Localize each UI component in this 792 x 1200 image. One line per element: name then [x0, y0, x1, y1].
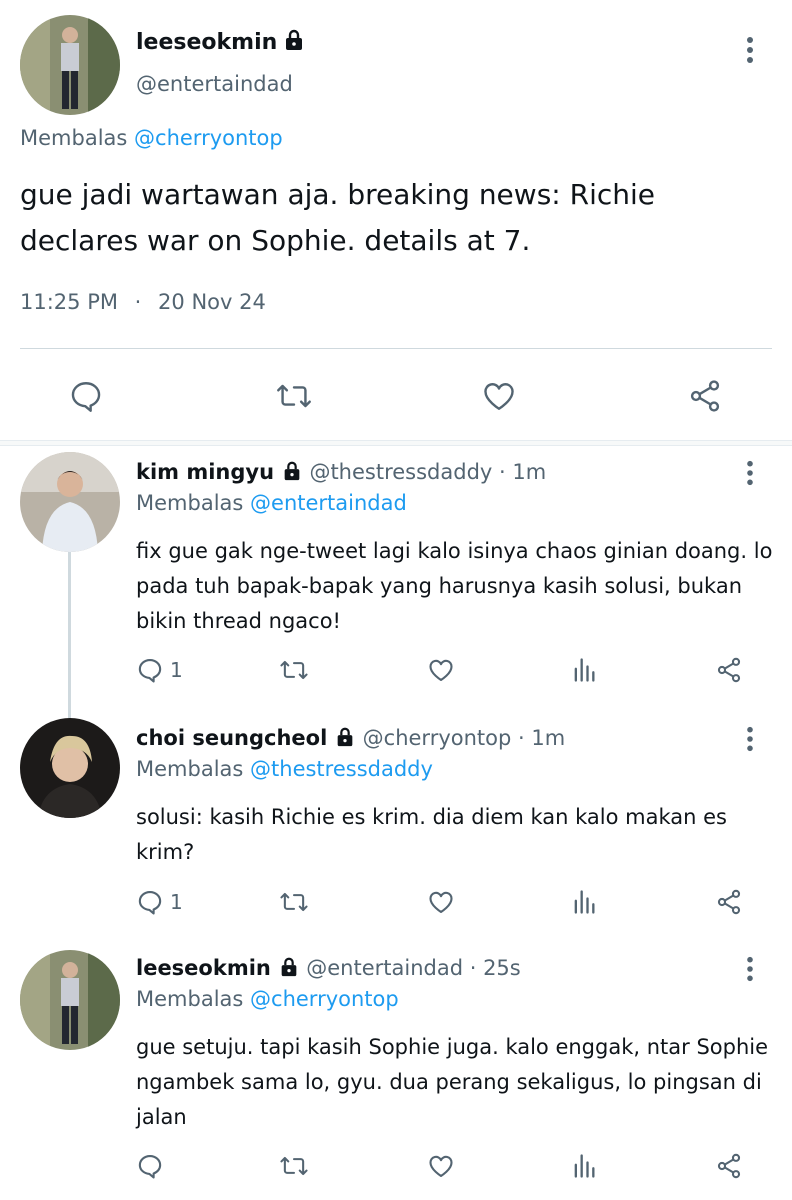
handle[interactable]: @cherryontop	[363, 726, 512, 750]
section-divider	[0, 440, 792, 446]
retweet-button[interactable]	[278, 656, 310, 684]
more-options-icon[interactable]	[742, 460, 758, 490]
retweet-icon	[280, 660, 308, 680]
lock-icon	[282, 28, 306, 56]
reply-icon	[138, 1155, 162, 1179]
like-button[interactable]	[426, 656, 456, 684]
share-icon	[717, 889, 741, 915]
reply-icon	[71, 382, 101, 412]
analytics-icon	[574, 1154, 595, 1178]
reply-header: choi seungcheol @cherryontop · 1m	[136, 726, 565, 753]
divider	[20, 348, 772, 349]
share-icon	[717, 657, 741, 683]
retweet-button[interactable]	[278, 1152, 310, 1180]
like-button[interactable]	[426, 888, 456, 916]
reply-to-link[interactable]: @cherryontop	[134, 126, 283, 150]
reply-to-link[interactable]: @cherryontop	[250, 987, 399, 1011]
avatar[interactable]	[20, 452, 120, 552]
like-icon	[429, 891, 453, 913]
reply-to-link[interactable]: @entertaindad	[250, 491, 407, 515]
views-button[interactable]	[570, 1152, 598, 1180]
more-options-icon[interactable]	[742, 956, 758, 986]
like-button[interactable]	[480, 378, 518, 414]
tweet-text: fix gue gak nge-tweet lagi kalo isinya c…	[136, 539, 773, 633]
handle[interactable]: @entertaindad	[306, 956, 463, 980]
handle[interactable]: @entertaindad	[136, 72, 293, 96]
lock-icon	[278, 956, 300, 983]
like-icon	[484, 383, 514, 410]
retweet-icon	[280, 892, 308, 912]
like-button[interactable]	[426, 1152, 456, 1180]
retweet-button[interactable]	[274, 378, 314, 414]
share-button[interactable]	[714, 888, 744, 916]
analytics-icon	[574, 890, 595, 914]
tweet-text: solusi: kasih Richie es krim. dia diem k…	[136, 805, 727, 864]
tweet-text: gue jadi wartawan aja. breaking news: Ri…	[20, 178, 655, 257]
share-button[interactable]	[686, 378, 724, 414]
share-icon	[717, 1153, 741, 1179]
share-icon	[690, 380, 720, 412]
views-button[interactable]	[570, 656, 598, 684]
reply-header: kim mingyu @thestressdaddy · 1m	[136, 460, 546, 487]
display-name[interactable]: leeseokmin	[136, 30, 277, 55]
share-button[interactable]	[714, 656, 744, 684]
reply-context: Membalas @cherryontop	[136, 987, 399, 1011]
reply-icon	[138, 659, 162, 683]
reply-age[interactable]: · 1m	[499, 460, 546, 484]
more-options-icon[interactable]	[742, 726, 758, 756]
more-options-icon[interactable]	[742, 36, 758, 68]
reply-prefix: Membalas	[20, 126, 128, 150]
retweet-button[interactable]	[278, 888, 310, 916]
tweet-timestamp[interactable]: 11:25 PM · 20 Nov 24	[20, 290, 266, 314]
reply-context: Membalas @cherryontop	[20, 126, 283, 150]
reply-button[interactable]: 1	[136, 888, 183, 916]
thread-connector	[68, 550, 71, 718]
reply-icon	[138, 891, 162, 915]
reply-button[interactable]	[136, 1152, 170, 1180]
handle[interactable]: @thestressdaddy	[309, 460, 492, 484]
lock-icon	[281, 460, 303, 487]
display-name[interactable]: kim mingyu	[136, 460, 274, 484]
tweet-time: 11:25 PM	[20, 290, 118, 314]
share-button[interactable]	[714, 1152, 744, 1180]
reply-count: 1	[170, 890, 183, 914]
meta-separator: ·	[134, 290, 142, 314]
retweet-icon	[280, 1156, 308, 1176]
reply-prefix: Membalas	[136, 491, 244, 515]
views-button[interactable]	[570, 888, 598, 916]
author-row: leeseokmin	[136, 28, 306, 56]
lock-icon	[334, 726, 356, 753]
avatar[interactable]	[20, 950, 120, 1050]
display-name[interactable]: choi seungcheol	[136, 726, 327, 750]
reply-age[interactable]: · 1m	[518, 726, 565, 750]
tweet-text: gue setuju. tapi kasih Sophie juga. kalo…	[136, 1035, 769, 1129]
avatar[interactable]	[20, 718, 120, 818]
like-icon	[429, 1155, 453, 1177]
like-icon	[429, 659, 453, 681]
avatar[interactable]	[20, 15, 120, 115]
reply-header: leeseokmin @entertaindad · 25s	[136, 956, 521, 983]
reply-age[interactable]: · 25s	[470, 956, 521, 980]
analytics-icon	[574, 658, 595, 682]
reply-prefix: Membalas	[136, 757, 244, 781]
reply-context: Membalas @entertaindad	[136, 491, 407, 515]
retweet-icon	[277, 384, 311, 408]
reply-count: 1	[170, 658, 183, 682]
display-name[interactable]: leeseokmin	[136, 956, 271, 980]
reply-button[interactable]: 1	[136, 656, 183, 684]
reply-to-link[interactable]: @thestressdaddy	[250, 757, 433, 781]
tweet-date: 20 Nov 24	[158, 290, 266, 314]
reply-context: Membalas @thestressdaddy	[136, 757, 433, 781]
reply-prefix: Membalas	[136, 987, 244, 1011]
reply-button[interactable]	[68, 378, 104, 414]
